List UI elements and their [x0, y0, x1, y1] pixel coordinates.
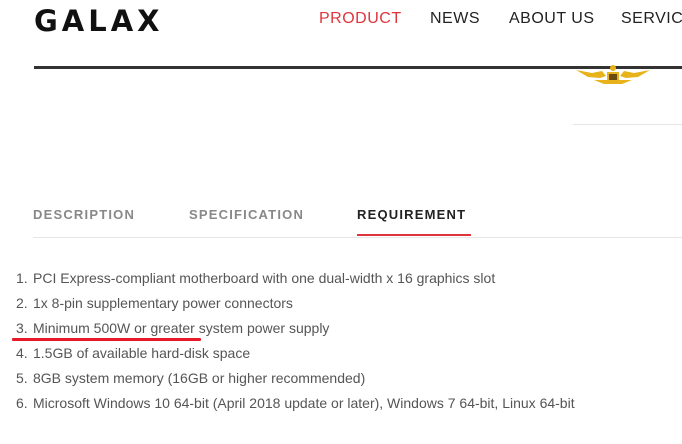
nav-product[interactable]: PRODUCT [319, 10, 402, 28]
item-number: 6. [16, 395, 28, 411]
tab-description[interactable]: DESCRIPTION [33, 207, 135, 222]
item-text: Microsoft Windows 10 64-bit (April 2018 … [33, 395, 575, 411]
item-text: PCI Express-compliant motherboard with o… [33, 270, 496, 286]
item-text: 1x 8-pin supplementary power connectors [33, 295, 293, 311]
tab-specification[interactable]: SPECIFICATION [189, 207, 304, 222]
active-tab-indicator [357, 234, 471, 236]
nav-service[interactable]: SERVIC [621, 10, 682, 28]
item-text: 1.5GB of available hard-disk space [33, 345, 251, 361]
nav-about-us[interactable]: ABOUT US [509, 10, 595, 28]
item-number: 5. [16, 370, 28, 386]
item-number: 2. [16, 295, 28, 311]
emblem-divider [573, 124, 682, 125]
nav-news[interactable]: NEWS [430, 10, 480, 28]
item-number: 3. [16, 320, 28, 336]
galax-logo[interactable]: GALAX [34, 4, 164, 38]
highlight-underline [12, 338, 201, 341]
item-number: 1. [16, 270, 28, 286]
item-text: 8GB system memory (16GB or higher recomm… [33, 370, 366, 386]
item-number: 4. [16, 345, 28, 361]
tab-requirement[interactable]: REQUIREMENT [357, 207, 466, 222]
emblem-icon [576, 65, 650, 84]
item-text: Minimum 500W or greater system power sup… [33, 320, 330, 336]
